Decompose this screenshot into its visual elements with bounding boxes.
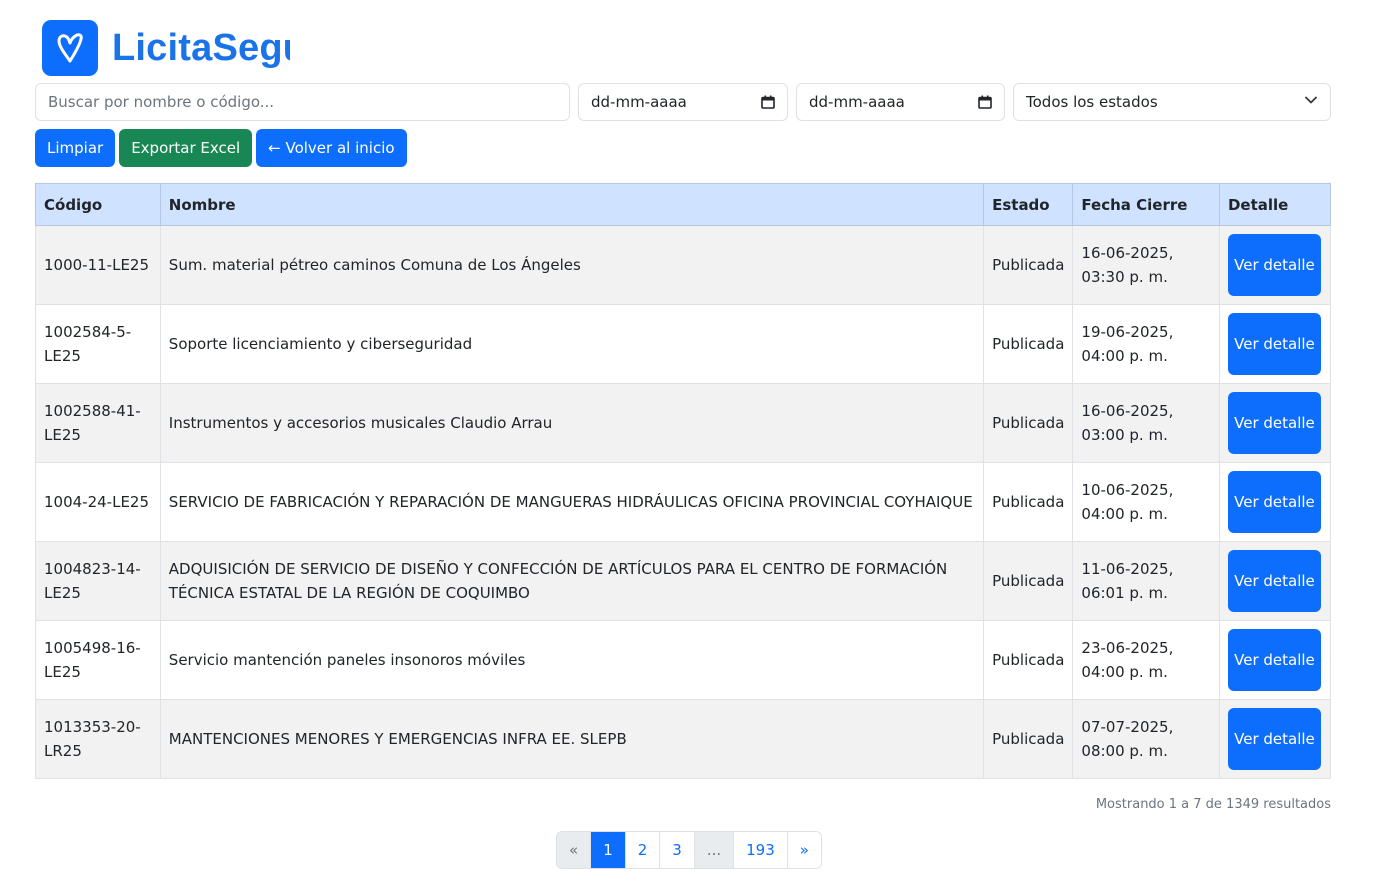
view-detail-button[interactable]: Ver detalle <box>1227 629 1321 691</box>
calendar-icon[interactable] <box>761 95 775 109</box>
pagination-page-2[interactable]: 2 <box>624 832 660 868</box>
chevron-down-icon <box>1304 93 1318 111</box>
column-header-codigo: Código <box>35 183 161 226</box>
date-to-value: dd-mm-aaaa <box>809 93 905 111</box>
cell-codigo: 1000-11-LE25 <box>35 225 161 305</box>
cell-detalle: Ver detalle <box>1218 304 1332 384</box>
cell-fecha-cierre: 19-06-2025, 04:00 p. m. <box>1072 304 1220 384</box>
status-select-value: Todos los estados <box>1026 93 1158 111</box>
table-row: 1004-24-LE25 SERVICIO DE FABRICACIÓN Y R… <box>35 462 1332 542</box>
cell-estado: Publicada <box>983 383 1074 463</box>
cell-fecha-cierre: 11-06-2025, 06:01 p. m. <box>1072 541 1220 621</box>
view-detail-button[interactable]: Ver detalle <box>1227 313 1321 375</box>
search-field[interactable] <box>35 83 570 121</box>
cell-fecha-cierre: 07-07-2025, 08:00 p. m. <box>1072 699 1220 779</box>
column-header-detalle: Detalle <box>1218 183 1332 226</box>
cell-fecha-cierre: 16-06-2025, 03:30 p. m. <box>1072 225 1220 305</box>
view-detail-button[interactable]: Ver detalle <box>1227 471 1321 533</box>
pagination-ellipsis: ... <box>693 832 734 868</box>
table-row: 1013353-20-LR25 MANTENCIONES MENORES Y E… <box>35 699 1332 779</box>
cell-codigo: 1002584-5-LE25 <box>35 304 161 384</box>
date-from-value: dd-mm-aaaa <box>591 93 687 111</box>
pagination: « 1 2 3 ... 193 » <box>556 831 822 869</box>
cell-detalle: Ver detalle <box>1218 383 1332 463</box>
cell-nombre: Servicio mantención paneles insonoros mó… <box>159 620 985 700</box>
date-from-field[interactable]: dd-mm-aaaa <box>578 83 788 121</box>
calendar-icon[interactable] <box>978 95 992 109</box>
cell-detalle: Ver detalle <box>1218 462 1332 542</box>
table-row: 1002588-41-LE25 Instrumentos y accesorio… <box>35 383 1332 463</box>
cell-codigo: 1013353-20-LR25 <box>35 699 161 779</box>
pagination-next[interactable]: » <box>786 832 821 868</box>
results-summary: Mostrando 1 a 7 de 1349 resultados <box>1095 797 1331 812</box>
action-buttons: Limpiar Exportar Excel ← Volver al inici… <box>35 129 407 167</box>
cell-codigo: 1004-24-LE25 <box>35 462 161 542</box>
cell-nombre: Instrumentos y accesorios musicales Clau… <box>159 383 985 463</box>
cell-codigo: 1005498-16-LE25 <box>35 620 161 700</box>
back-home-button[interactable]: ← Volver al inicio <box>256 129 407 167</box>
date-to-field[interactable]: dd-mm-aaaa <box>796 83 1005 121</box>
cell-detalle: Ver detalle <box>1218 620 1332 700</box>
cell-codigo: 1004823-14-LE25 <box>35 541 161 621</box>
column-header-estado: Estado <box>983 183 1074 226</box>
cell-nombre: Sum. material pétreo caminos Comuna de L… <box>159 225 985 305</box>
table-row: 1002584-5-LE25 Soporte licenciamiento y … <box>35 304 1332 384</box>
cell-fecha-cierre: 16-06-2025, 03:00 p. m. <box>1072 383 1220 463</box>
cell-estado: Publicada <box>983 225 1074 305</box>
column-header-fecha-cierre: Fecha Cierre <box>1072 183 1220 226</box>
cell-fecha-cierre: 23-06-2025, 04:00 p. m. <box>1072 620 1220 700</box>
cell-codigo: 1002588-41-LE25 <box>35 383 161 463</box>
pagination-page-1[interactable]: 1 <box>590 832 625 868</box>
view-detail-button[interactable]: Ver detalle <box>1227 708 1321 770</box>
app-header: LicitaSeguro <box>42 20 290 76</box>
view-detail-button[interactable]: Ver detalle <box>1227 234 1321 296</box>
cell-estado: Publicada <box>983 304 1074 384</box>
table-row: 1004823-14-LE25 ADQUISICIÓN DE SERVICIO … <box>35 541 1332 621</box>
cell-detalle: Ver detalle <box>1218 699 1332 779</box>
cell-nombre: ADQUISICIÓN DE SERVICIO DE DISEÑO Y CONF… <box>159 541 985 621</box>
cell-nombre: SERVICIO DE FABRICACIÓN Y REPARACIÓN DE … <box>159 462 985 542</box>
pagination-page-3[interactable]: 3 <box>659 832 694 868</box>
search-input[interactable] <box>48 93 557 111</box>
cell-estado: Publicada <box>983 541 1074 621</box>
clear-button[interactable]: Limpiar <box>35 129 116 167</box>
cell-nombre: MANTENCIONES MENORES Y EMERGENCIAS INFRA… <box>159 699 985 779</box>
cell-estado: Publicada <box>983 620 1074 700</box>
cell-detalle: Ver detalle <box>1218 541 1332 621</box>
cell-fecha-cierre: 10-06-2025, 04:00 p. m. <box>1072 462 1220 542</box>
column-header-nombre: Nombre <box>159 183 985 226</box>
export-excel-button[interactable]: Exportar Excel <box>119 129 253 167</box>
table-header-row: Código Nombre Estado Fecha Cierre Detall… <box>35 183 1332 226</box>
pagination-prev[interactable]: « <box>557 832 591 868</box>
table-row: 1005498-16-LE25 Servicio mantención pane… <box>35 620 1332 700</box>
view-detail-button[interactable]: Ver detalle <box>1227 550 1321 612</box>
cell-estado: Publicada <box>983 699 1074 779</box>
filter-bar: dd-mm-aaaa dd-mm-aaaa Todos los estados <box>35 83 1331 121</box>
results-table: Código Nombre Estado Fecha Cierre Detall… <box>35 183 1332 779</box>
logo-icon <box>42 20 98 76</box>
cell-detalle: Ver detalle <box>1218 225 1332 305</box>
table-row: 1000-11-LE25 Sum. material pétreo camino… <box>35 225 1332 305</box>
cell-nombre: Soporte licenciamiento y ciberseguridad <box>159 304 985 384</box>
brand-name: LicitaSeguro <box>112 26 290 69</box>
cell-estado: Publicada <box>983 462 1074 542</box>
pagination-page-193[interactable]: 193 <box>733 832 787 868</box>
view-detail-button[interactable]: Ver detalle <box>1227 392 1321 454</box>
status-select[interactable]: Todos los estados <box>1013 83 1331 121</box>
